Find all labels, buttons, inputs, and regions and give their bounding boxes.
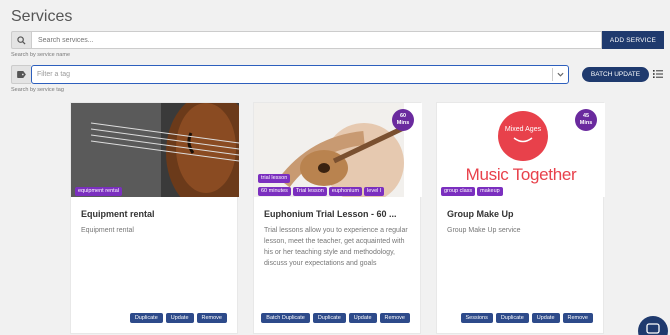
tag-filter-input[interactable]: Filter a tag <box>31 65 569 84</box>
add-service-button[interactable]: ADD SERVICE <box>602 31 664 49</box>
card-actions: Duplicate Update Remove <box>129 313 227 323</box>
duplicate-button[interactable]: Duplicate <box>312 313 346 323</box>
list-view-icon[interactable] <box>653 69 663 79</box>
card-tags: equipment rental <box>75 187 235 196</box>
remove-button[interactable]: Remove <box>562 313 593 323</box>
search-input[interactable] <box>31 31 602 49</box>
card-description: Trial lessons allow you to experience a … <box>264 227 408 267</box>
search-hint: Search by service name <box>11 52 70 58</box>
card-title: Group Make Up <box>447 209 514 219</box>
logo-wordmark: Music Together <box>465 165 577 184</box>
remove-button[interactable]: Remove <box>196 313 227 323</box>
tag-chip[interactable]: equipment rental <box>75 187 122 196</box>
duplicate-button[interactable]: Duplicate <box>495 313 529 323</box>
update-button[interactable]: Update <box>348 313 377 323</box>
card-description: Equipment rental <box>81 227 134 234</box>
remove-button[interactable]: Remove <box>379 313 410 323</box>
tag-filter-row: Filter a tag <box>11 65 569 84</box>
tag-chip[interactable]: euphonium <box>328 187 363 196</box>
tag-filter-placeholder: Filter a tag <box>37 71 71 78</box>
service-card: 60 Mins trial lesson 60 minutes Trial le… <box>253 102 422 334</box>
tag-icon <box>11 65 31 84</box>
logo-circle: Mixed Ages <box>498 111 548 161</box>
search-row: ADD SERVICE <box>11 31 664 49</box>
tag-chip[interactable]: makeup <box>477 187 503 196</box>
service-card: equipment rental Equipment rental Equipm… <box>70 102 239 334</box>
violin-image <box>71 103 239 197</box>
tag-filter-hint: Search by service tag <box>11 87 64 93</box>
page-title: Services <box>11 8 73 25</box>
logo-circle-text: Mixed Ages <box>504 126 542 133</box>
card-tags: trial lesson 60 minutes Trial lesson eup… <box>258 174 418 196</box>
duration-badge: 45 Mins <box>575 109 597 131</box>
smile-icon <box>513 137 533 143</box>
tag-chip[interactable]: 60 minutes <box>258 187 291 196</box>
card-tags: group class makeup <box>441 187 601 196</box>
duplicate-button[interactable]: Duplicate <box>129 313 163 323</box>
tag-chip[interactable]: group class <box>441 187 476 196</box>
update-button[interactable]: Update <box>531 313 560 323</box>
card-actions: Batch Duplicate Duplicate Update Remove <box>261 313 410 323</box>
card-title: Equipment rental <box>81 209 155 219</box>
tag-chip[interactable]: trial lesson <box>258 174 291 183</box>
chat-icon[interactable] <box>638 316 668 335</box>
batch-update-button[interactable]: BATCH UPDATE <box>582 67 649 82</box>
chevron-down-icon[interactable] <box>552 68 568 81</box>
card-description: Group Make Up service <box>447 227 521 234</box>
card-image: 60 Mins trial lesson 60 minutes Trial le… <box>254 103 422 197</box>
sessions-button[interactable]: Sessions <box>460 313 493 323</box>
tag-chip[interactable]: level I <box>364 187 385 196</box>
card-actions: Sessions Duplicate Update Remove <box>460 313 593 323</box>
card-title: Euphonium Trial Lesson - 60 ... <box>264 209 397 219</box>
search-icon[interactable] <box>11 31 31 49</box>
batch-duplicate-button[interactable]: Batch Duplicate <box>261 313 310 323</box>
service-card: Mixed Ages Music Together 45 Mins group … <box>436 102 605 334</box>
tag-chip[interactable]: Trial lesson <box>292 187 327 196</box>
card-image: Mixed Ages Music Together 45 Mins group … <box>437 103 605 197</box>
duration-unit: Mins <box>579 120 593 126</box>
duration-value: 45 <box>582 113 590 119</box>
card-image: equipment rental <box>71 103 239 197</box>
duration-unit: Mins <box>396 120 410 126</box>
duration-value: 60 <box>399 113 407 119</box>
duration-badge: 60 Mins <box>392 109 414 131</box>
update-button[interactable]: Update <box>165 313 194 323</box>
